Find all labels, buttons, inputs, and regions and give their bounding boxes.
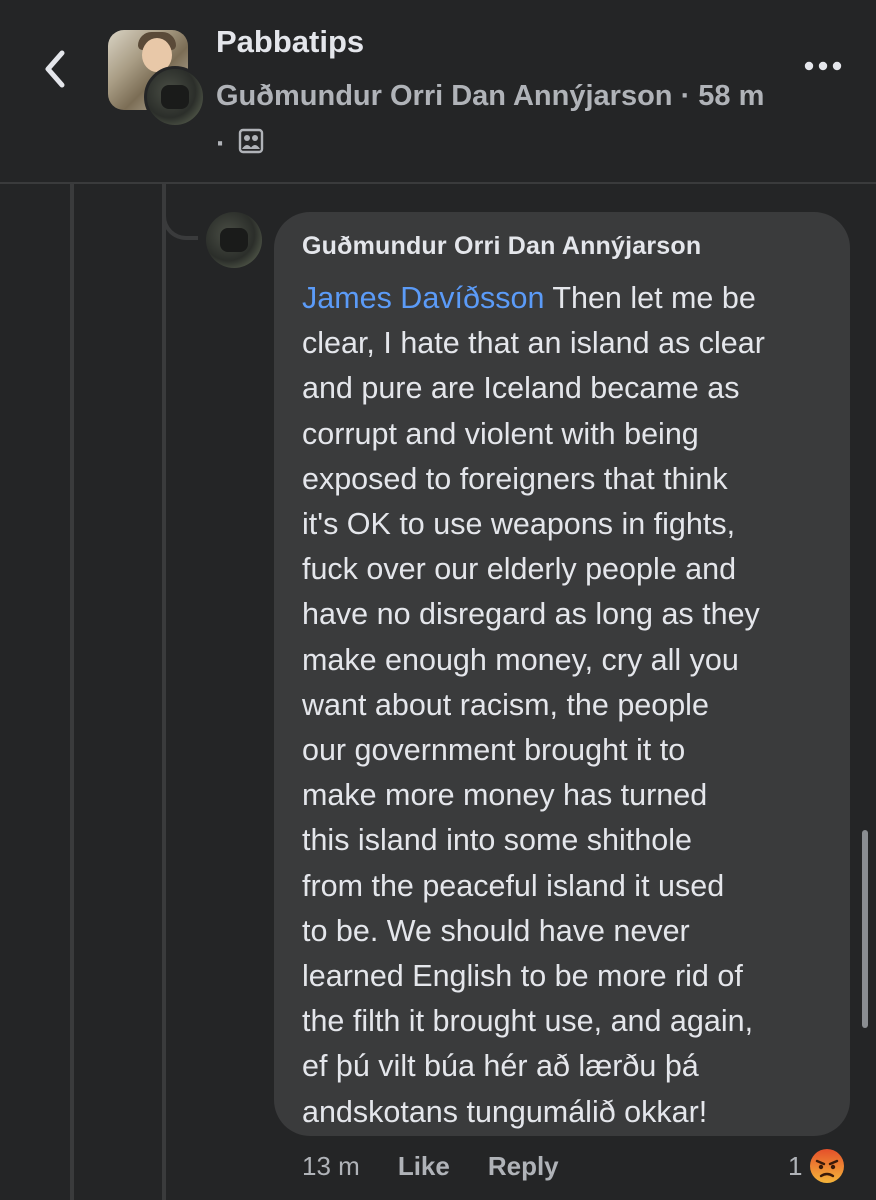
post-time[interactable]: 58 m xyxy=(698,80,764,112)
group-name[interactable]: Pabbatips xyxy=(216,24,364,60)
reaction-count: 1 xyxy=(788,1150,803,1181)
scrollbar[interactable] xyxy=(862,830,868,1028)
back-button[interactable] xyxy=(30,44,80,94)
post-meta: Guðmundur Orri Dan Annýjarson · 58 m · xyxy=(216,72,776,169)
author-avatar[interactable] xyxy=(144,66,206,128)
comment-text: James Davíðsson Then let me be clear, I … xyxy=(302,276,824,1135)
comment-bubble[interactable]: Guðmundur Orri Dan Annýjarson James Daví… xyxy=(274,212,850,1136)
meta-separator: · xyxy=(672,80,699,112)
thread-line xyxy=(70,184,74,1200)
comment-actions: 13 m Like Reply xyxy=(302,1146,559,1186)
meta-separator-2: · xyxy=(216,128,234,160)
comment-body: Then let me be clear, I hate that an isl… xyxy=(302,281,765,1129)
reply-button[interactable]: Reply xyxy=(488,1151,559,1182)
like-button[interactable]: Like xyxy=(398,1151,450,1182)
group-avatar[interactable] xyxy=(108,30,206,128)
angry-reaction-icon xyxy=(810,1149,845,1183)
comment-author-name[interactable]: Guðmundur Orri Dan Annýjarson xyxy=(302,230,824,262)
more-options-button[interactable] xyxy=(796,46,850,86)
chevron-left-icon xyxy=(45,50,65,88)
comment-time[interactable]: 13 m xyxy=(302,1151,360,1182)
post-author-name[interactable]: Guðmundur Orri Dan Annýjarson xyxy=(216,80,673,112)
mention-link[interactable]: James Davíðsson xyxy=(302,281,544,315)
thread-line-reply xyxy=(162,184,166,1200)
comment-author-avatar[interactable] xyxy=(206,212,262,268)
group-icon xyxy=(238,121,264,169)
header-divider xyxy=(0,182,876,184)
thread-connector xyxy=(162,184,198,240)
post-header: Pabbatips Guðmundur Orri Dan Annýjarson … xyxy=(0,0,876,182)
reaction-summary[interactable]: 1 xyxy=(788,1146,846,1186)
more-horizontal-icon xyxy=(804,61,842,71)
